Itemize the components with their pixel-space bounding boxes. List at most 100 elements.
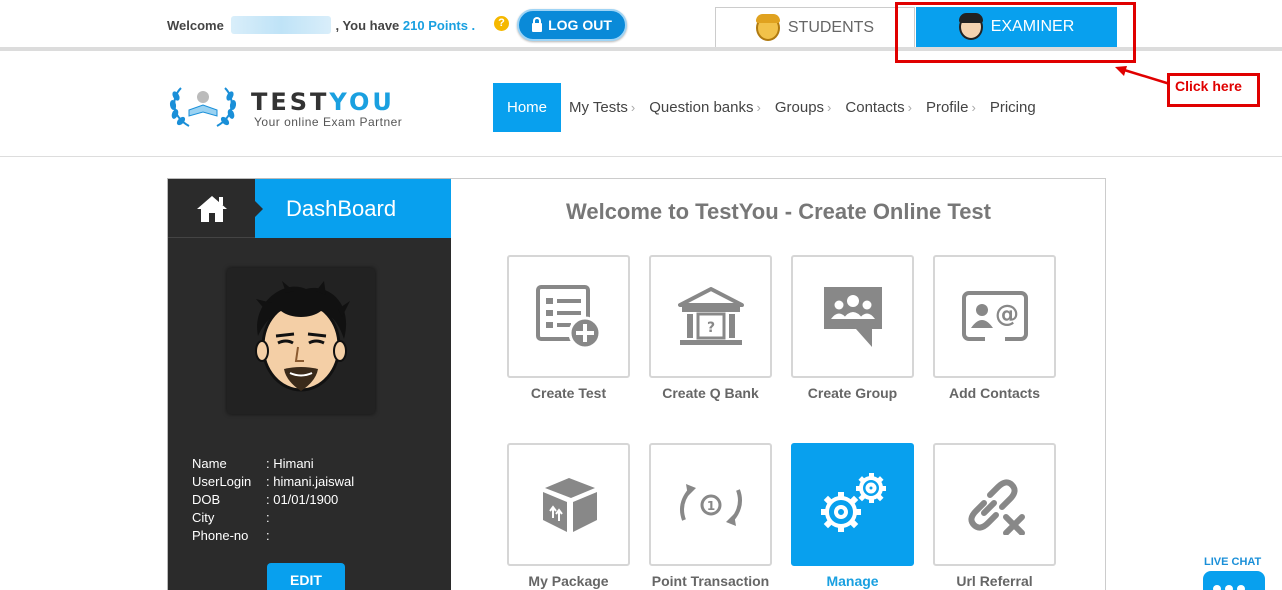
profile-row: Name : Himani bbox=[192, 455, 354, 473]
logo-tagline: Your online Exam Partner bbox=[254, 115, 403, 129]
group-icon bbox=[823, 286, 882, 347]
tab-students[interactable]: STUDENTS bbox=[715, 7, 915, 47]
tile-label: Create Test bbox=[530, 385, 607, 401]
logo-text-accent: YOU bbox=[329, 88, 395, 116]
welcome-prefix: Welcome bbox=[167, 18, 224, 33]
welcome-middle: , You have bbox=[335, 18, 400, 33]
nav-groups[interactable]: Groups › bbox=[768, 83, 839, 132]
nav-profile-label: Profile bbox=[925, 99, 969, 116]
profile-key: Phone-no bbox=[192, 528, 249, 543]
nav-contacts-label: Contacts bbox=[845, 99, 905, 116]
home-icon bbox=[196, 195, 227, 222]
tile-url-referral[interactable]: Url Referral bbox=[933, 443, 1056, 589]
highlight-box bbox=[895, 2, 1136, 63]
tile-box[interactable] bbox=[791, 255, 914, 378]
tile-label: Create Q Bank bbox=[662, 385, 759, 401]
tile-create-group[interactable]: Create Group bbox=[791, 255, 914, 401]
testyou-logo[interactable]: TESTYOU Your online Exam Partner bbox=[167, 80, 427, 132]
chat-bubble-icon[interactable] bbox=[1203, 571, 1265, 590]
chevron-right-icon: › bbox=[630, 100, 636, 115]
tile-box[interactable] bbox=[933, 443, 1056, 566]
tile-box[interactable]: 1 bbox=[649, 443, 772, 566]
nav-my-tests[interactable]: My Tests › bbox=[562, 83, 642, 132]
tile-box[interactable] bbox=[791, 443, 914, 566]
tile-label: Point Transaction bbox=[651, 573, 770, 589]
tile-label: My Package bbox=[528, 573, 609, 589]
tile-add-contacts[interactable]: @ Add Contacts bbox=[933, 255, 1056, 401]
welcome-message: Welcome , You have 210 Points . bbox=[167, 16, 475, 34]
tile-label: Url Referral bbox=[956, 573, 1033, 589]
profile-row: DOB : 01/01/1900 bbox=[192, 491, 354, 509]
nav-pricing[interactable]: Pricing bbox=[983, 83, 1043, 132]
tile-point-transaction[interactable]: 1 Point Transaction bbox=[649, 443, 772, 589]
user-avatar-icon bbox=[255, 281, 350, 392]
profile-info: Name : Himani UserLogin: himani.jaiswal D… bbox=[192, 455, 354, 545]
tile-box[interactable] bbox=[507, 255, 630, 378]
nav-contacts[interactable]: Contacts › bbox=[838, 83, 919, 132]
live-chat-label[interactable]: LIVE CHAT bbox=[1204, 556, 1261, 568]
question-bank-icon: ? bbox=[677, 286, 744, 345]
tile-create-test[interactable]: Create Test bbox=[507, 255, 630, 401]
tile-label: Add Contacts bbox=[949, 385, 1040, 401]
profile-row: Phone-no: bbox=[192, 527, 354, 545]
tile-label: Create Group bbox=[807, 385, 898, 401]
laurel-logo-icon bbox=[169, 87, 237, 127]
nav-home-label: Home bbox=[507, 99, 548, 116]
nav-pricing-label: Pricing bbox=[989, 99, 1036, 116]
gears-icon bbox=[820, 472, 886, 532]
logo-wordmark: TESTYOU bbox=[251, 88, 395, 116]
tile-box[interactable]: @ bbox=[933, 255, 1056, 378]
svg-text:@: @ bbox=[995, 300, 1019, 328]
package-box-icon bbox=[542, 477, 597, 532]
profile-row: City: bbox=[192, 509, 354, 527]
logout-button[interactable]: LOG OUT bbox=[517, 9, 627, 41]
logout-label: LOG OUT bbox=[548, 17, 612, 33]
profile-key: City bbox=[192, 510, 215, 525]
click-here-callout: Click here bbox=[1167, 73, 1260, 107]
nav-groups-label: Groups bbox=[774, 99, 825, 116]
profile-value: : Himani bbox=[266, 456, 314, 471]
sidebar-header: DashBoard bbox=[168, 179, 451, 238]
redacted-username bbox=[231, 16, 332, 34]
nav-profile[interactable]: Profile › bbox=[919, 83, 983, 132]
avatar bbox=[227, 268, 375, 414]
chevron-right-icon: › bbox=[971, 100, 976, 115]
logo-text-main: TEST bbox=[251, 88, 330, 116]
profile-key: UserLogin bbox=[192, 474, 252, 489]
annotation-arrow-icon bbox=[1115, 66, 1171, 86]
profile-key: DOB bbox=[192, 492, 221, 507]
profile-value: : bbox=[266, 510, 270, 525]
edit-profile-button[interactable]: EDIT bbox=[267, 563, 345, 590]
tile-my-package[interactable]: My Package bbox=[507, 443, 630, 589]
nav-question-banks[interactable]: Question banks › bbox=[642, 83, 768, 132]
student-avatar-icon bbox=[755, 13, 780, 41]
tile-box[interactable]: ? bbox=[649, 255, 772, 378]
nav-my-tests-label: My Tests bbox=[569, 99, 628, 116]
tile-label: Manage bbox=[826, 573, 879, 589]
profile-row: UserLogin: himani.jaiswal bbox=[192, 473, 354, 491]
chevron-right-icon: › bbox=[827, 100, 832, 115]
nav-home[interactable]: Home bbox=[493, 83, 562, 132]
lock-icon bbox=[532, 16, 543, 32]
home-button[interactable] bbox=[168, 179, 255, 238]
point-transaction-icon: 1 bbox=[679, 483, 742, 526]
dashboard-sidebar: DashBoard Name : Himani UserLogin: himani… bbox=[167, 178, 452, 590]
chevron-right-icon: › bbox=[907, 100, 912, 115]
profile-key: Name bbox=[192, 456, 227, 471]
chevron-right-icon: › bbox=[756, 100, 761, 115]
page-title: Welcome to TestYou - Create Online Test bbox=[565, 199, 991, 224]
tile-create-q-bank[interactable]: ? Create Q Bank bbox=[649, 255, 772, 401]
help-icon[interactable]: ? bbox=[494, 16, 509, 31]
tab-students-label: STUDENTS bbox=[787, 18, 875, 36]
tile-manage[interactable]: Manage bbox=[791, 443, 914, 589]
profile-value: : 01/01/1900 bbox=[266, 492, 339, 507]
svg-text:?: ? bbox=[706, 320, 714, 336]
contact-card-icon: @ bbox=[961, 290, 1028, 342]
main-nav: Home My Tests › Question banks › Groups › C… bbox=[493, 83, 1043, 132]
create-test-icon bbox=[535, 284, 601, 349]
svg-text:1: 1 bbox=[706, 499, 714, 513]
broken-link-icon bbox=[967, 478, 1025, 535]
tile-box[interactable] bbox=[507, 443, 630, 566]
dashboard-main: Welcome to TestYou - Create Online Test … bbox=[451, 178, 1106, 590]
header-divider bbox=[0, 156, 1282, 157]
